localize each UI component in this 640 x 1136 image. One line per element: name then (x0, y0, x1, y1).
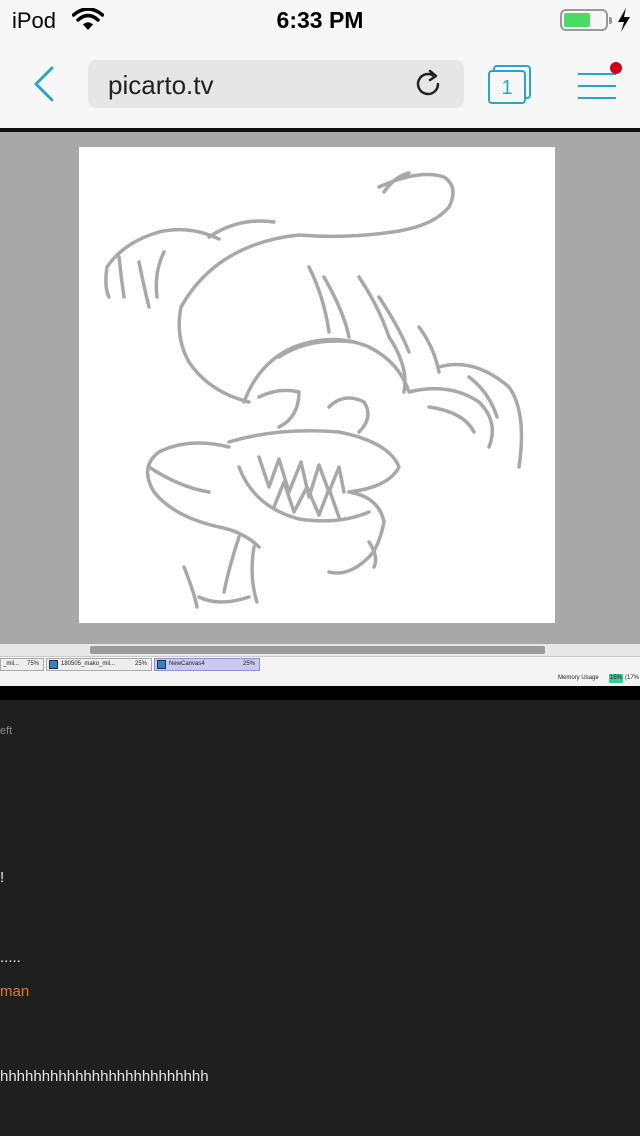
battery-icon (560, 9, 612, 31)
memory-usage-value: 15% (609, 674, 623, 683)
document-tab-zoom: 25% (242, 661, 255, 667)
tabs-button[interactable]: 1 (484, 64, 531, 108)
clock: 6:33 PM (276, 7, 364, 33)
document-icon (49, 660, 58, 669)
charging-bolt-icon (618, 8, 630, 32)
battery-level-fill (564, 13, 590, 27)
battery-tip (609, 17, 612, 24)
document-tab-zoom: 75% (26, 661, 39, 667)
menu-line (578, 85, 616, 87)
document-tab-name: NewCanvas4 (169, 661, 205, 667)
document-tab[interactable]: 180505_mako_mil... 25% (46, 658, 152, 671)
chat-message: ! (0, 869, 5, 886)
tab-count: 1 (501, 77, 513, 99)
document-tab-zoom: 25% (134, 661, 147, 667)
url-text: picarto.tv (108, 70, 214, 100)
reload-icon[interactable] (412, 68, 444, 100)
notification-dot (610, 62, 622, 74)
browser-toolbar: picarto.tv 1 (0, 42, 640, 128)
menu-line (578, 73, 616, 75)
horizontal-scrollbar[interactable] (0, 644, 640, 656)
memory-usage-label: Memory Usage (558, 675, 599, 681)
chat-username[interactable]: man (0, 983, 29, 1000)
drawing-canvas (79, 147, 555, 623)
chat-message: eft (0, 725, 13, 737)
back-chevron-icon[interactable] (28, 62, 68, 106)
menu-button[interactable] (574, 62, 622, 106)
document-tab-active[interactable]: NewCanvas4 25% (154, 658, 260, 671)
chat-message: ..... (0, 949, 21, 966)
document-icon (157, 660, 166, 669)
tabs-stack-front: 1 (488, 70, 526, 104)
memory-usage-extra: (17% (625, 675, 640, 681)
address-bar[interactable]: picarto.tv (88, 60, 464, 108)
app-status-line: Memory Usage 15% (17% (0, 672, 640, 686)
chat-message: hhhhhhhhhhhhhhhhhhhhhhhhh (0, 1068, 209, 1085)
scrollbar-thumb[interactable] (90, 646, 545, 654)
stream-video[interactable]: _mil... 75% 180505_mako_mil... 25% NewCa… (0, 128, 640, 700)
document-tab[interactable]: _mil... 75% (0, 658, 44, 671)
menu-line (578, 97, 616, 99)
chat-panel: eft ! ..... man hhhhhhhhhhhhhhhhhhhhhhhh… (0, 700, 640, 1136)
status-bar: iPod 6:33 PM (0, 0, 640, 42)
sketch-creature (104, 171, 524, 609)
document-tab-name: _mil... (3, 661, 20, 667)
document-tab-strip: _mil... 75% 180505_mako_mil... 25% NewCa… (0, 656, 640, 672)
document-tab-name: 180505_mako_mil... (61, 661, 116, 667)
art-app-workspace (0, 132, 640, 644)
